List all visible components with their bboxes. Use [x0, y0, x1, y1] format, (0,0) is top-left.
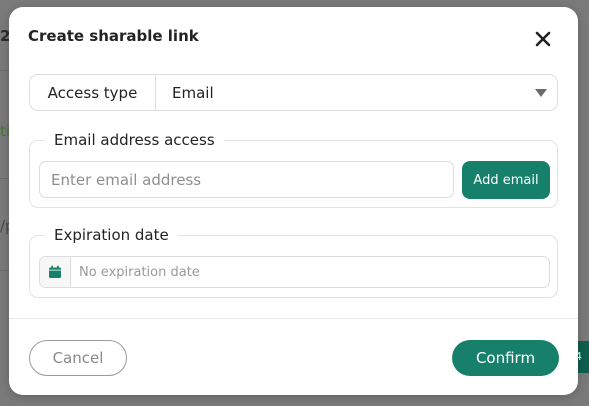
cancel-button[interactable]: Cancel [29, 340, 127, 376]
access-type-label: Access type [30, 75, 156, 110]
footer-divider [9, 318, 578, 319]
calendar-icon[interactable] [40, 257, 71, 287]
share-link-modal: Create sharable link Access type Email E… [9, 7, 578, 395]
close-icon[interactable] [533, 29, 553, 49]
email-access-section: Email address access Add email [29, 131, 558, 208]
expiration-legend: Expiration date [45, 226, 178, 244]
modal-title: Create sharable link [28, 27, 199, 45]
access-type-value[interactable]: Email [156, 84, 535, 102]
confirm-button[interactable]: Confirm [452, 340, 559, 376]
expiration-date-picker[interactable]: No expiration date [39, 256, 550, 288]
email-input[interactable] [39, 161, 454, 198]
chevron-down-icon[interactable] [535, 88, 547, 97]
access-type-select[interactable]: Access type Email [29, 74, 558, 111]
add-email-button[interactable]: Add email [462, 161, 550, 199]
email-access-legend: Email address access [45, 131, 224, 149]
expiration-date-value: No expiration date [79, 264, 200, 280]
expiration-section: Expiration date No expiration date [29, 226, 558, 298]
